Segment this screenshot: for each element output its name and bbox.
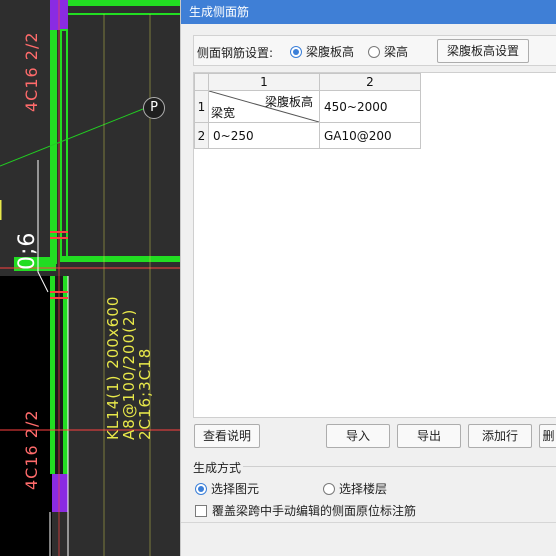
radio-beam-height[interactable]: 梁高: [368, 43, 408, 60]
point-marker[interactable]: P: [143, 97, 165, 119]
override-checkbox[interactable]: 覆盖梁跨中手动编辑的侧面原位标注筋: [195, 502, 416, 519]
rebar-label-top: 4C16 2/2: [22, 31, 41, 112]
beam-label-line3: 2C16;3C18: [136, 347, 154, 440]
side-rebar-dialog: 生成侧面筋 侧面钢筋设置: 梁腹板高 梁高 梁腹板高设置 1 2 1 梁腹板高: [180, 0, 556, 556]
import-button[interactable]: 导入: [326, 424, 390, 448]
export-button[interactable]: 导出: [397, 424, 461, 448]
help-button[interactable]: 查看说明: [194, 424, 260, 448]
override-checkbox-label: 覆盖梁跨中手动编辑的侧面原位标注筋: [212, 504, 417, 518]
setting-bar: 侧面钢筋设置: 梁腹板高 梁高 梁腹板高设置: [193, 35, 556, 66]
cell-r1c2[interactable]: 450~2000: [319, 90, 421, 123]
radio-select-element[interactable]: 选择图元: [195, 480, 259, 497]
radio-web-height-label: 梁腹板高: [306, 45, 355, 59]
cell-r2c2[interactable]: GA10@200: [319, 122, 421, 149]
row-header-2[interactable]: 2: [194, 122, 209, 149]
grid-corner: [194, 73, 209, 91]
add-row-button[interactable]: 添加行: [468, 424, 532, 448]
diagonal-header-cell: 梁腹板高 梁宽: [208, 90, 320, 123]
row-header-1[interactable]: 1: [194, 90, 209, 123]
radio-dot-selected: [290, 45, 302, 58]
green-beam-mid: [60, 256, 180, 262]
diag-top-label: 梁腹板高: [264, 95, 313, 109]
web-height-setting-button[interactable]: 梁腹板高设置: [437, 39, 529, 63]
section-divider: [243, 466, 556, 467]
diag-bottom-label: 梁宽: [211, 106, 236, 120]
radio-dot-unselected: [368, 45, 380, 58]
green-column-inner: [60, 29, 68, 261]
bottom-divider: [181, 522, 556, 523]
green-beam-top: [68, 0, 180, 6]
radio-beam-height-label: 梁高: [384, 45, 409, 59]
setting-label: 侧面钢筋设置:: [197, 46, 274, 60]
col-header-1[interactable]: 1: [208, 73, 320, 91]
col-header-2[interactable]: 2: [319, 73, 421, 91]
rebar-label-bottom: 4C16 2/2: [22, 409, 41, 490]
dimension-label: 0;6: [15, 231, 40, 270]
dialog-title: 生成侧面筋: [181, 0, 556, 24]
radio-select-floor-label: 选择楼层: [339, 482, 388, 496]
cell-r2c1[interactable]: 0~250: [208, 122, 320, 149]
radio-select-floor[interactable]: 选择楼层: [323, 480, 387, 497]
cad-canvas[interactable]: 4C16 2/2 4C16 2/2 0;6 KL14(1) 200x600 A8…: [0, 0, 180, 556]
checkbox-box: [195, 504, 207, 517]
gen-mode-title: 生成方式: [193, 461, 242, 475]
radio-web-height[interactable]: 梁腹板高: [290, 43, 354, 60]
radio-select-element-label: 选择图元: [211, 482, 260, 496]
rebar-grid[interactable]: 1 2 1 梁腹板高 梁宽 450~2000 2 0~250 GA10@200: [193, 72, 556, 418]
radio-dot-selected: [195, 482, 207, 495]
radio-dot-unselected: [323, 482, 335, 495]
green-column-left: [50, 30, 57, 264]
delete-row-button[interactable]: 删: [539, 424, 556, 448]
